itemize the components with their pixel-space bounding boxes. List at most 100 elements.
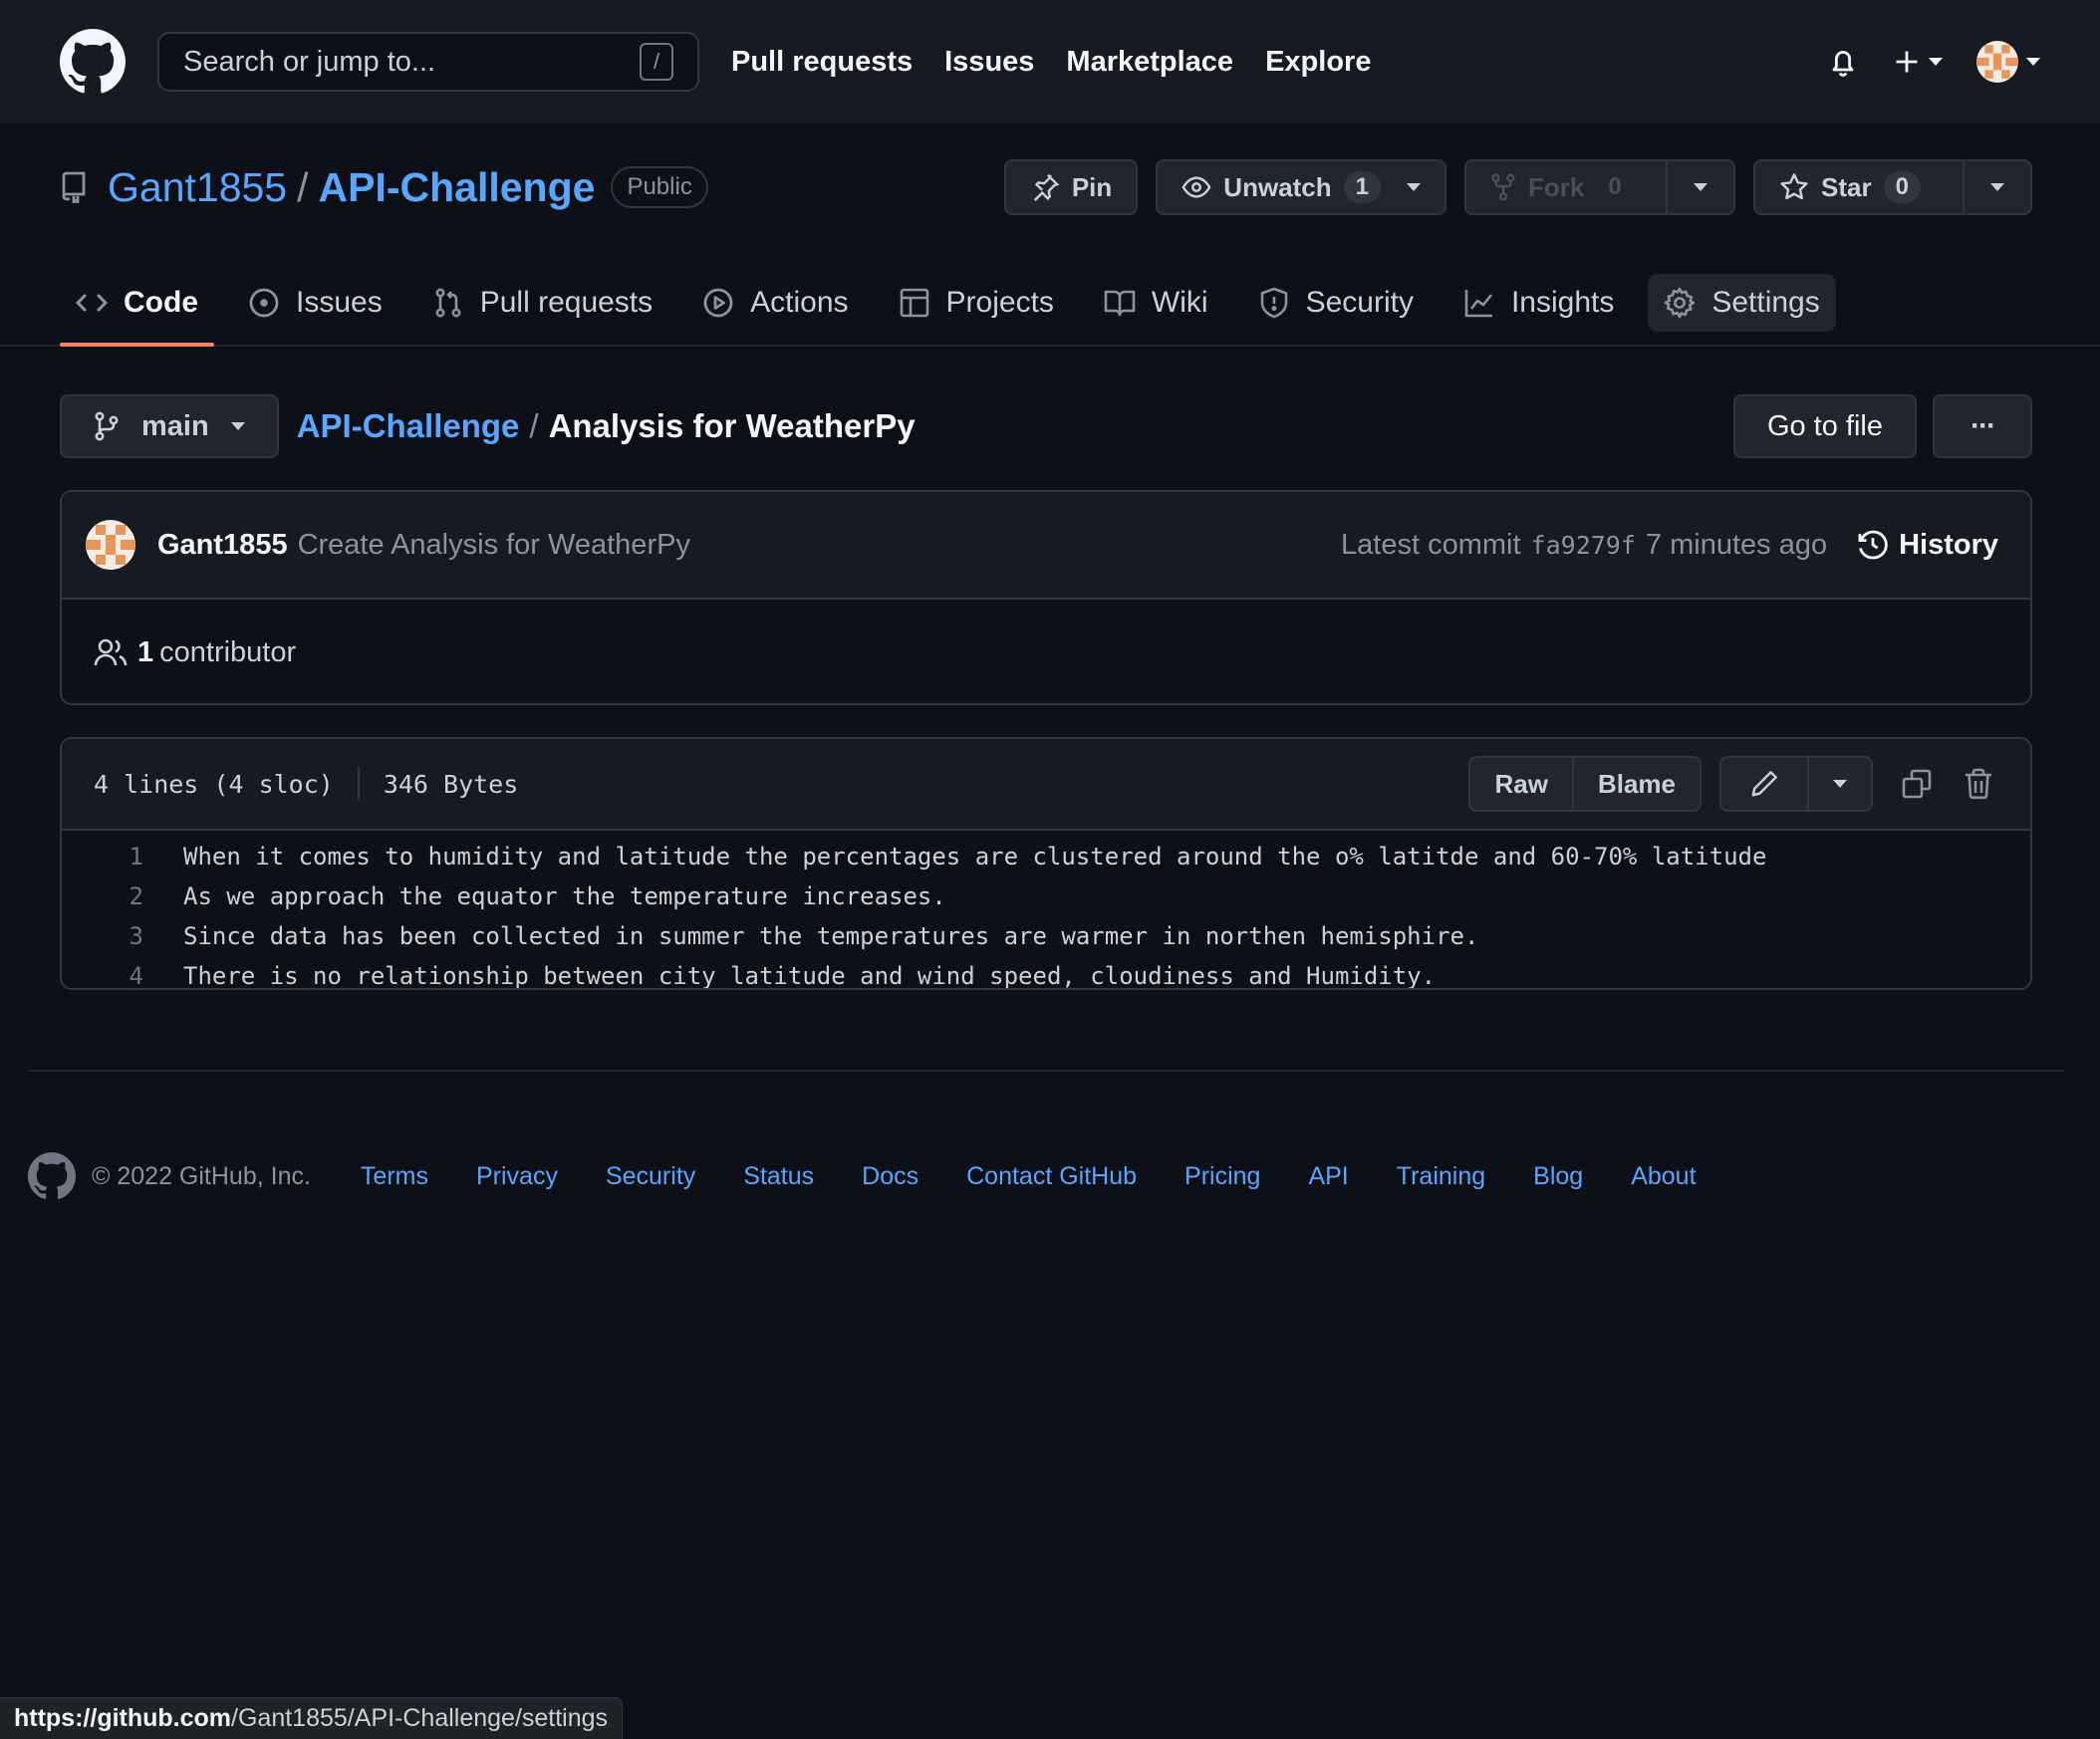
repo-owner-link[interactable]: Gant1855	[108, 164, 287, 211]
nav-explore[interactable]: Explore	[1265, 46, 1371, 79]
code-line: 1 When it comes to humidity and latitude…	[62, 837, 2030, 876]
github-logo-icon[interactable]	[60, 29, 126, 95]
status-url-host: https://github.com	[14, 1704, 232, 1732]
breadcrumb: API-Challenge / Analysis for WeatherPy	[297, 407, 916, 445]
go-to-file-button[interactable]: Go to file	[1732, 394, 1917, 458]
tab-issues[interactable]: Issues	[232, 261, 398, 345]
fork-button[interactable]: Fork 0	[1464, 159, 1735, 215]
tab-insights[interactable]: Insights	[1447, 261, 1630, 345]
breadcrumb-repo-link[interactable]: API-Challenge	[297, 407, 520, 445]
book-icon	[1104, 290, 1136, 317]
edit-button[interactable]	[1721, 758, 1807, 810]
file-header: 4 lines (4 sloc) 346 Bytes Raw Blame	[62, 739, 2030, 831]
line-content: When it comes to humidity and latitude t…	[183, 843, 1767, 870]
more-options-button[interactable]: ···	[1933, 394, 2032, 458]
branch-select-button[interactable]: main	[60, 394, 279, 458]
star-dropdown[interactable]	[1963, 161, 2030, 213]
tab-settings[interactable]: Settings	[1648, 261, 1836, 345]
tab-label: Actions	[750, 286, 849, 319]
tab-label: Settings	[1711, 286, 1820, 319]
contributors-row[interactable]: 1 contributor	[62, 600, 2030, 703]
history-label: History	[1899, 528, 1998, 561]
footer-link-status[interactable]: Status	[743, 1162, 814, 1191]
tab-label: Security	[1305, 286, 1414, 319]
nav-marketplace[interactable]: Marketplace	[1066, 46, 1233, 79]
contributor-label: contributor	[159, 635, 297, 668]
commit-sha-link[interactable]: fa9279f	[1531, 531, 1636, 560]
footer-link-pricing[interactable]: Pricing	[1184, 1162, 1260, 1191]
code-line: 4 There is no relationship between city …	[62, 956, 2030, 990]
header-actions	[1827, 41, 2040, 83]
trash-icon[interactable]	[1953, 758, 2004, 810]
shield-icon	[1260, 287, 1287, 319]
raw-button[interactable]: Raw	[1470, 758, 1571, 810]
footer-link-training[interactable]: Training	[1397, 1162, 1485, 1191]
footer-link-blog[interactable]: Blog	[1533, 1162, 1583, 1191]
bell-icon[interactable]	[1827, 45, 1859, 79]
star-count: 0	[1883, 171, 1921, 203]
fork-dropdown[interactable]	[1666, 161, 1733, 213]
tab-code[interactable]: Code	[60, 261, 214, 347]
global-nav: Pull requests Issues Marketplace Explore	[731, 46, 1371, 79]
search-input[interactable]: Search or jump to... /	[157, 32, 699, 92]
edit-group	[1719, 756, 1873, 812]
global-header: Search or jump to... / Pull requests Iss…	[0, 0, 2100, 124]
user-menu-dropdown[interactable]	[1976, 41, 2040, 83]
avatar[interactable]	[86, 520, 135, 570]
file-actions: Raw Blame	[1468, 756, 2004, 812]
play-icon	[703, 288, 733, 318]
line-number[interactable]: 2	[62, 882, 143, 910]
chevron-down-icon	[1929, 58, 1943, 66]
line-number[interactable]: 3	[62, 922, 143, 950]
history-link[interactable]: History	[1857, 529, 1998, 562]
footer-link-contact[interactable]: Contact GitHub	[966, 1162, 1137, 1191]
copyright: © 2022 GitHub, Inc.	[92, 1161, 311, 1190]
chevron-down-icon	[230, 422, 245, 430]
contributor-count: 1	[137, 635, 154, 668]
footer-link-docs[interactable]: Docs	[862, 1162, 919, 1191]
footer: © 2022 GitHub, Inc. Terms Privacy Securi…	[28, 1151, 1697, 1201]
tab-wiki[interactable]: Wiki	[1088, 261, 1224, 345]
file-name: Analysis for WeatherPy	[548, 407, 916, 444]
pin-label: Pin	[1071, 171, 1113, 202]
search-shortcut-key: /	[640, 43, 673, 81]
create-new-dropdown[interactable]	[1893, 48, 1943, 76]
star-icon	[1780, 173, 1808, 200]
nav-pull-requests[interactable]: Pull requests	[731, 46, 913, 79]
star-button[interactable]: Star 0	[1753, 159, 2032, 215]
footer-link-terms[interactable]: Terms	[361, 1162, 428, 1191]
edit-dropdown[interactable]	[1807, 758, 1871, 810]
copy-icon[interactable]	[1891, 758, 1943, 810]
line-number[interactable]: 1	[62, 843, 143, 870]
line-number[interactable]: 4	[62, 962, 143, 988]
blame-button[interactable]: Blame	[1571, 758, 1700, 810]
repo-tabs: Code Issues Pull requests Actions Projec…	[0, 261, 2100, 347]
divider	[357, 767, 360, 801]
pin-button[interactable]: Pin	[1003, 159, 1139, 215]
tab-projects[interactable]: Projects	[883, 261, 1070, 345]
tab-security[interactable]: Security	[1242, 261, 1430, 345]
pull-request-icon	[435, 288, 461, 318]
tab-actions[interactable]: Actions	[686, 261, 864, 345]
tab-pull-requests[interactable]: Pull requests	[416, 261, 668, 345]
file-navigation: main API-Challenge / Analysis for Weathe…	[60, 394, 2032, 458]
footer-link-privacy[interactable]: Privacy	[476, 1162, 558, 1191]
history-icon	[1858, 530, 1888, 560]
unwatch-button[interactable]: Unwatch 1	[1156, 159, 1446, 215]
commit-author-link[interactable]: Gant1855	[157, 529, 288, 562]
avatar	[1976, 41, 2018, 83]
issue-icon	[249, 288, 279, 318]
footer-link-about[interactable]: About	[1631, 1162, 1696, 1191]
gear-icon	[1665, 287, 1696, 319]
tab-label: Insights	[1510, 286, 1615, 319]
github-logo-icon[interactable]	[28, 1152, 76, 1200]
nav-issues[interactable]: Issues	[944, 46, 1034, 79]
commit-message-link[interactable]: Create Analysis for WeatherPy	[298, 529, 690, 562]
chevron-down-icon	[1407, 183, 1421, 191]
footer-link-api[interactable]: API	[1308, 1162, 1348, 1191]
repo-name-link[interactable]: API-Challenge	[319, 164, 596, 211]
line-content: There is no relationship between city la…	[183, 962, 1437, 990]
footer-links: Terms Privacy Security Status Docs Conta…	[361, 1162, 1697, 1191]
file-info: 4 lines (4 sloc) 346 Bytes	[94, 767, 518, 801]
footer-link-security[interactable]: Security	[606, 1162, 695, 1191]
